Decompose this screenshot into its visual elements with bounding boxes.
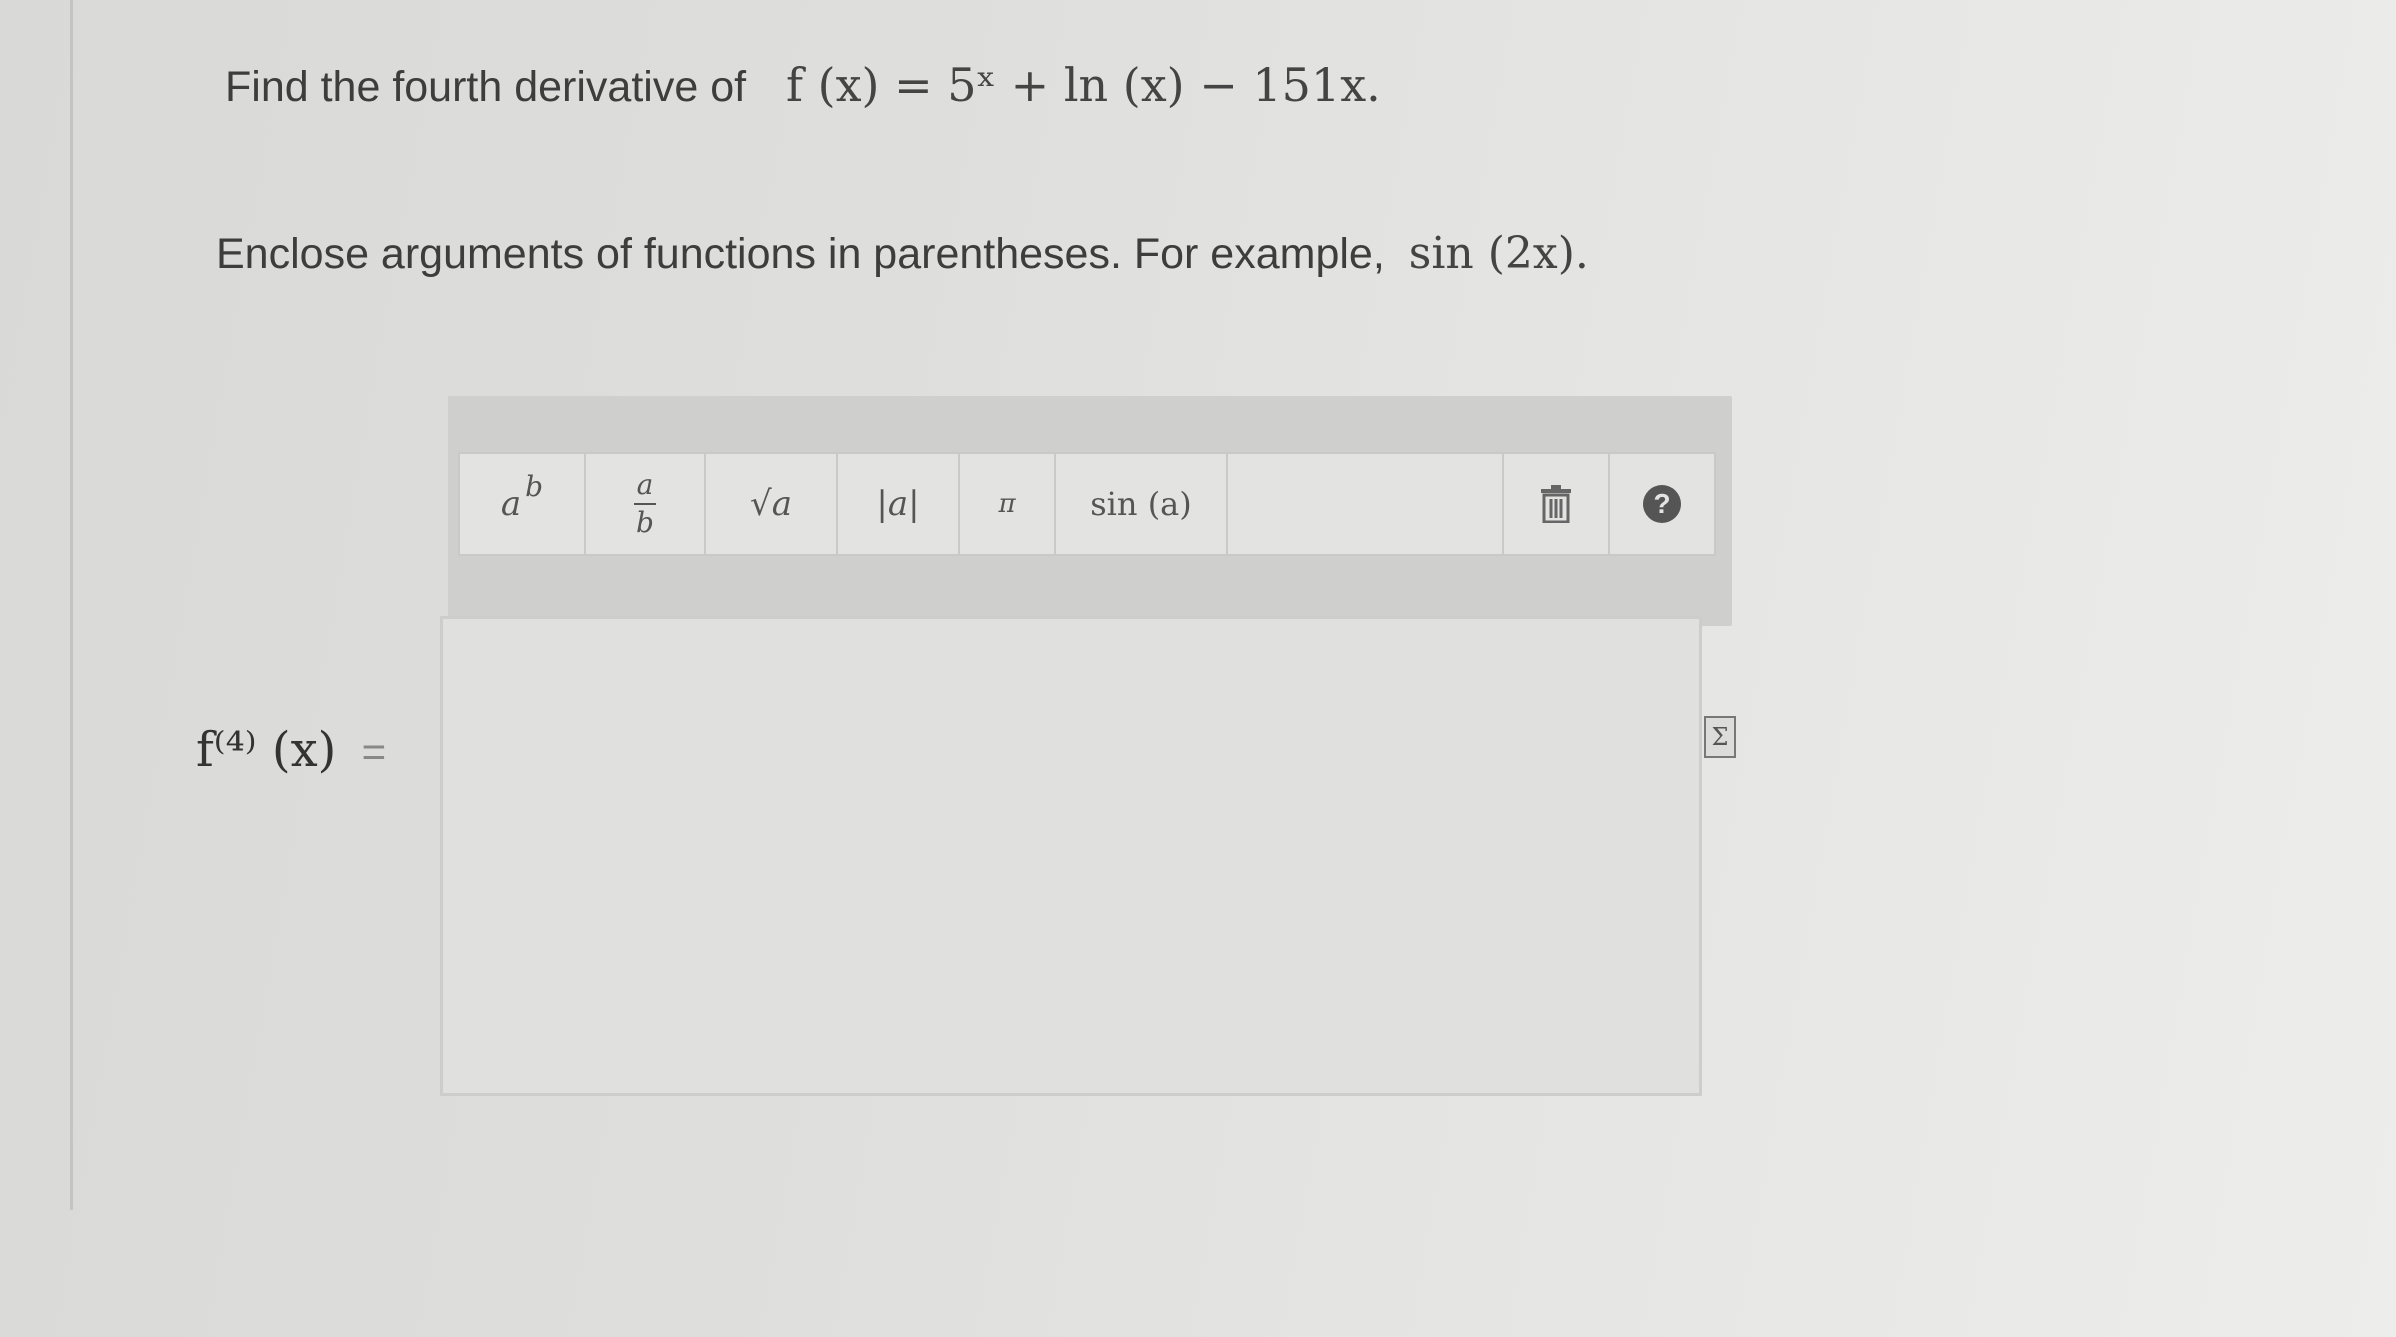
power-button[interactable]: ab (460, 454, 586, 554)
fraction-numerator: a (636, 468, 654, 501)
pi-button[interactable]: π (960, 454, 1056, 554)
left-divider (70, 0, 73, 1210)
instruction-example: sin (2x). (1408, 228, 1589, 279)
sin-label: sin (a) (1090, 485, 1192, 523)
answer-label: f⁽⁴⁾ (x) = (196, 722, 386, 778)
instruction-prompt: Enclose arguments of functions in parent… (216, 230, 1385, 278)
toolbar-spacer (1228, 454, 1504, 554)
abs-value-button[interactable]: |a| (838, 454, 960, 554)
power-exponent: b (525, 469, 544, 503)
math-toolbar: ab a b √a |a| π sin (a) ? (458, 452, 1716, 556)
power-base: a (500, 484, 522, 524)
question-function: f (x) = 5ˣ + ln (x) − 151x. (786, 58, 1381, 112)
fraction-button[interactable]: a b (586, 454, 706, 554)
sin-button[interactable]: sin (a) (1056, 454, 1228, 554)
abs-label: |a| (876, 484, 920, 524)
equals-sign: = (361, 728, 387, 775)
fraction-denominator: b (636, 506, 654, 539)
question-prompt: Find the fourth derivative of (225, 63, 747, 111)
answer-input[interactable] (440, 616, 1702, 1096)
help-icon: ? (1643, 485, 1681, 523)
question-text: Find the fourth derivative of f (x) = 5ˣ… (225, 58, 1381, 112)
sigma-icon[interactable]: Σ (1704, 716, 1736, 758)
clear-button[interactable] (1504, 454, 1610, 554)
answer-function-label: f⁽⁴⁾ (x) (196, 722, 337, 778)
help-button[interactable]: ? (1610, 454, 1714, 554)
sqrt-label: √a (750, 484, 792, 524)
trash-icon (1541, 485, 1571, 523)
instruction-text: Enclose arguments of functions in parent… (216, 228, 1589, 279)
sqrt-button[interactable]: √a (706, 454, 838, 554)
pi-label: π (998, 489, 1016, 519)
fraction-icon: a b (634, 471, 656, 537)
math-editor: ab a b √a |a| π sin (a) ? (440, 396, 1732, 1116)
